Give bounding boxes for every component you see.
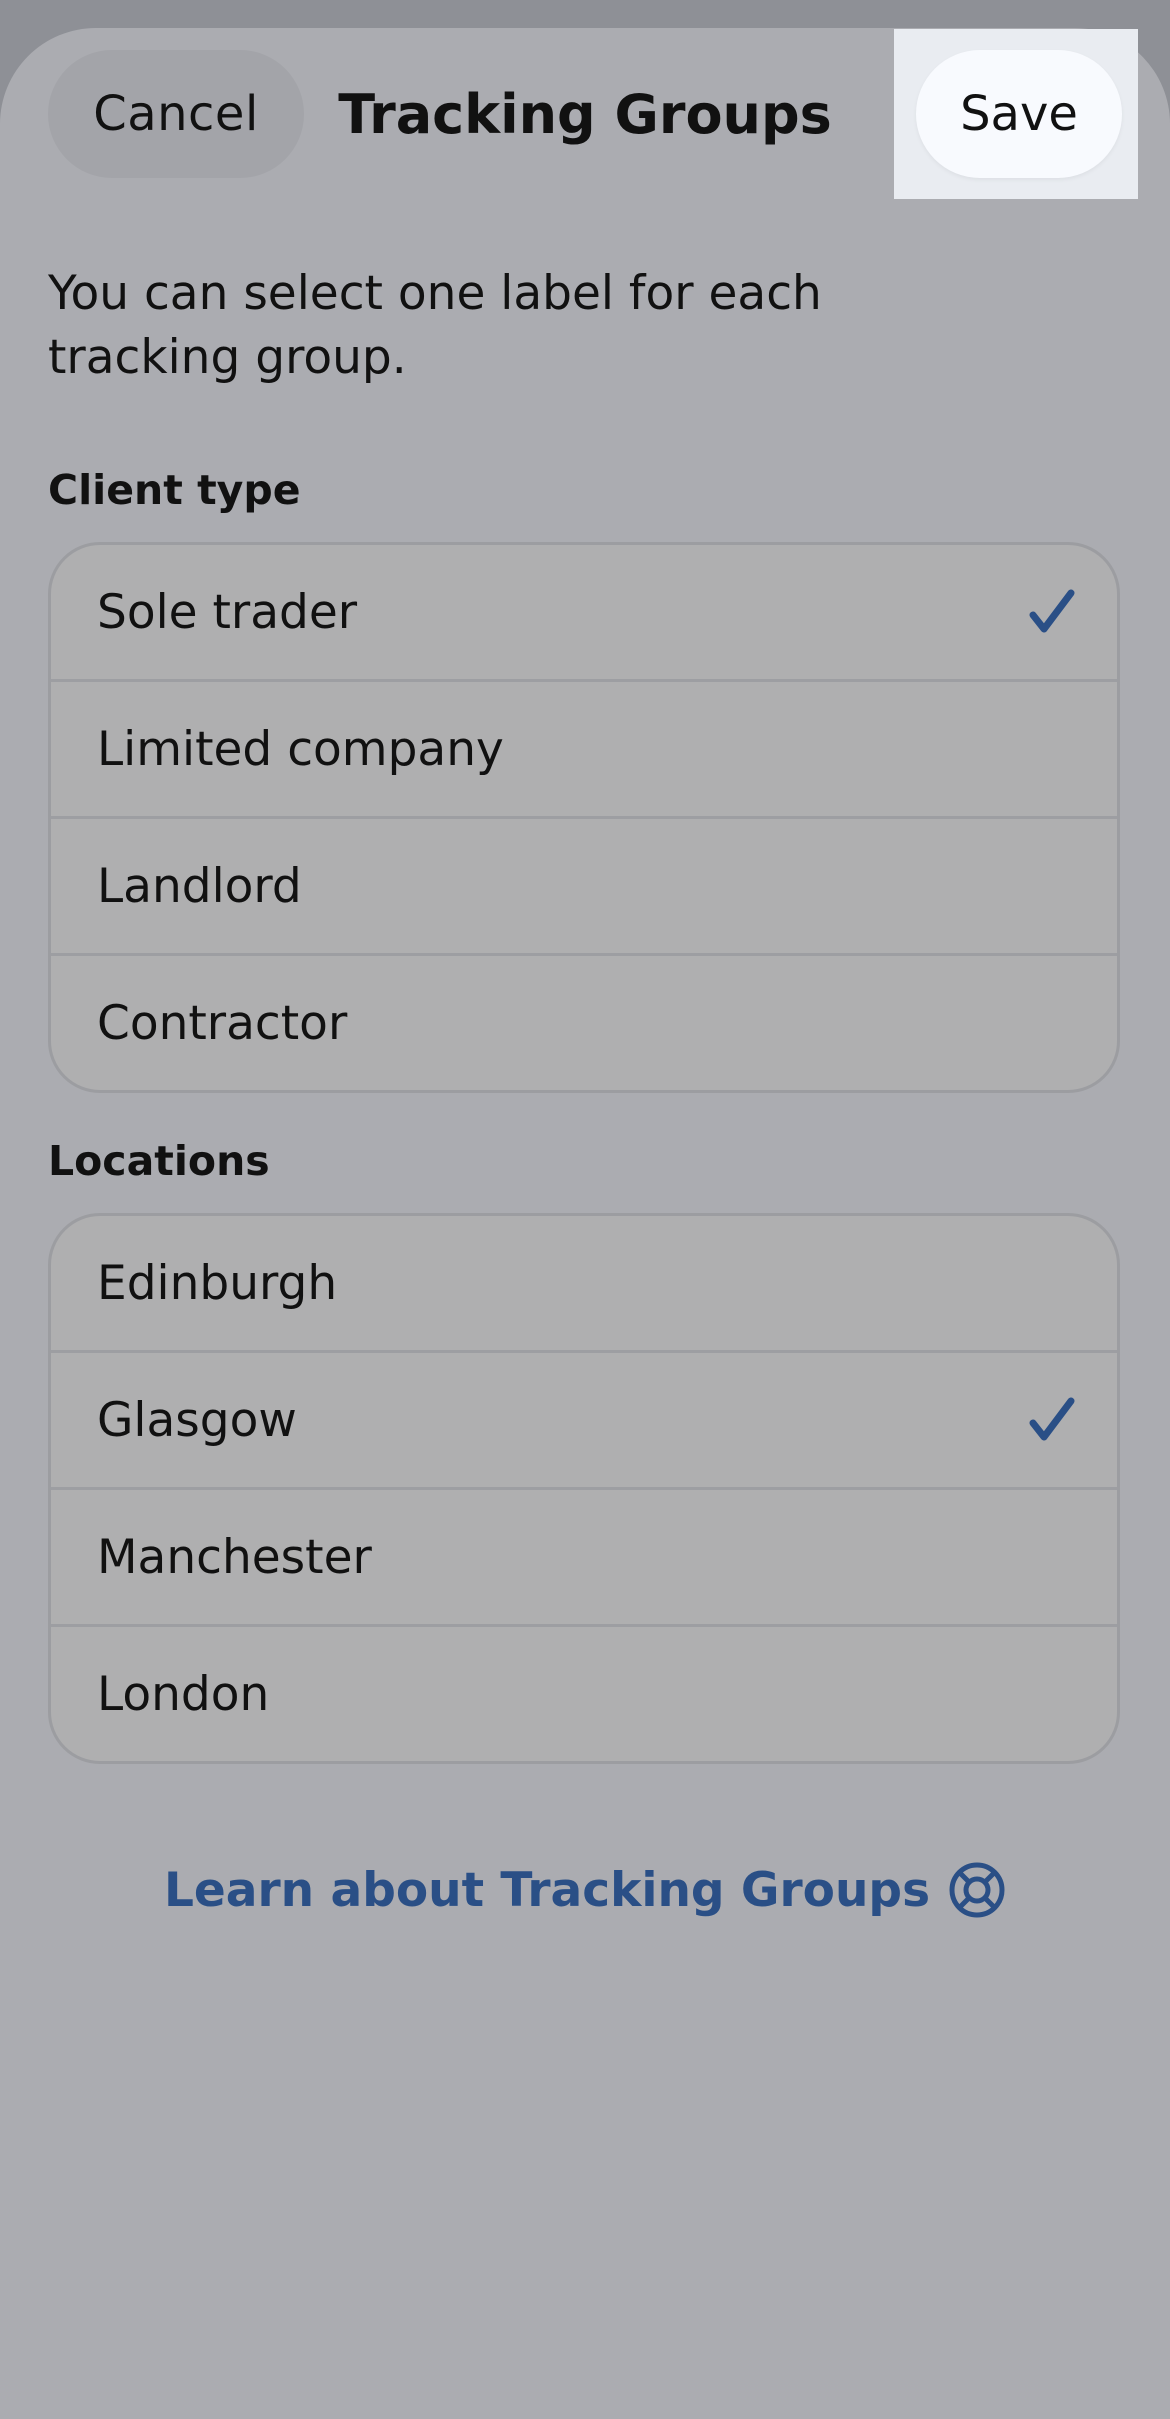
intro-text: You can select one label for each tracki… xyxy=(48,266,822,385)
option-label: London xyxy=(97,1666,270,1722)
option-label: Limited company xyxy=(97,721,504,777)
option-label: Edinburgh xyxy=(97,1255,338,1311)
option-label: Sole trader xyxy=(97,584,358,640)
option-label: Manchester xyxy=(97,1529,372,1585)
option-label: Landlord xyxy=(97,858,302,914)
page-title: Tracking Groups xyxy=(338,82,832,146)
client-type-group: Sole trader Limited company Landlord Con… xyxy=(48,542,1120,1093)
option-sole-trader[interactable]: Sole trader xyxy=(51,545,1117,679)
option-label: Glasgow xyxy=(97,1392,297,1448)
option-label: Contractor xyxy=(97,995,348,1051)
section-label-locations: Locations xyxy=(48,1137,270,1185)
learn-about-tracking-groups-link[interactable]: Learn about Tracking Groups xyxy=(0,1850,1170,1930)
option-limited-company[interactable]: Limited company xyxy=(51,679,1117,816)
option-contractor[interactable]: Contractor xyxy=(51,953,1117,1090)
lifebuoy-icon xyxy=(949,1862,1005,1918)
cancel-button[interactable]: Cancel xyxy=(48,50,304,178)
option-glasgow[interactable]: Glasgow xyxy=(51,1350,1117,1487)
option-edinburgh[interactable]: Edinburgh xyxy=(51,1216,1117,1350)
checkmark-icon xyxy=(1029,589,1075,633)
option-manchester[interactable]: Manchester xyxy=(51,1487,1117,1624)
save-button[interactable]: Save xyxy=(916,50,1122,178)
option-landlord[interactable]: Landlord xyxy=(51,816,1117,953)
checkmark-icon xyxy=(1029,1397,1075,1441)
learn-link-label: Learn about Tracking Groups xyxy=(163,1862,931,1918)
option-london[interactable]: London xyxy=(51,1624,1117,1761)
sheet-header: Cancel Tracking Groups Save xyxy=(0,0,1170,200)
section-label-client-type: Client type xyxy=(48,466,301,514)
locations-group: Edinburgh Glasgow Manchester London xyxy=(48,1213,1120,1764)
